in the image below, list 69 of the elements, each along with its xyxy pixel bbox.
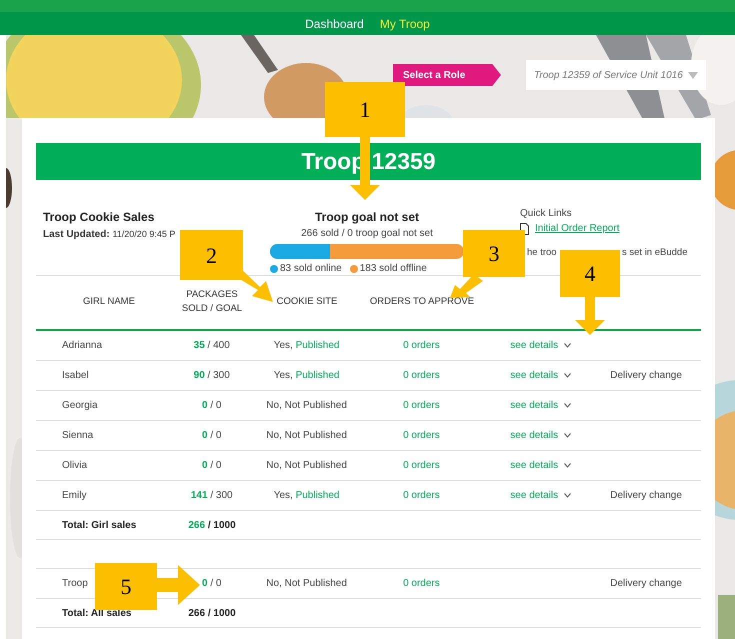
callout-number: 5 <box>95 563 157 610</box>
details-link[interactable]: see details <box>510 488 558 503</box>
orders-link[interactable]: 0 orders <box>403 488 440 503</box>
note-text: he troo <box>527 246 558 260</box>
cookie-site-status: Yes, Published <box>274 339 340 353</box>
orders-link[interactable]: 0 orders <box>403 368 440 383</box>
cookie-site-status: No, Not Published <box>266 399 347 413</box>
girl-name: Emily <box>61 489 86 503</box>
legend-label: 183 sold offline <box>360 262 427 276</box>
nav-link[interactable]: Dashboard <box>305 14 364 32</box>
sold-goal-text: 0 / 0 <box>202 399 222 413</box>
delivery-note: Delivery change <box>610 577 682 591</box>
legend-label: 83 sold online <box>280 262 342 276</box>
girl-name: Troop <box>61 577 88 591</box>
sold-goal-text: 90 / 300 <box>194 369 230 383</box>
callout-arrow <box>575 297 605 335</box>
cookie-site-status: No, Not Published <box>266 429 347 443</box>
note-text: s set in eBudde <box>622 246 688 260</box>
details-link[interactable]: see details <box>510 398 558 413</box>
cookie-site-status: Yes, Published <box>274 489 340 503</box>
girl-name: Sienna <box>61 429 94 443</box>
details-link[interactable]: see details <box>510 458 558 473</box>
cookie-site-status: No, Not Published <box>266 577 347 591</box>
callout-arrow <box>450 274 483 298</box>
cookie-site-status: Yes, Published <box>274 369 340 383</box>
report-link[interactable]: Initial Order Report <box>535 221 620 236</box>
orders-link[interactable]: 0 orders <box>403 338 440 353</box>
column-header: COOKIE SITE <box>276 296 338 308</box>
total-value: 266 / 1000 <box>188 518 236 532</box>
chevron-down-icon[interactable] <box>564 493 572 498</box>
goal-subtext: 266 sold / 0 troop goal not set <box>301 227 433 241</box>
section-heading: Troop Cookie Sales <box>43 209 156 226</box>
details-link[interactable]: see details <box>510 338 558 353</box>
goal-heading: Troop goal not set <box>315 209 419 226</box>
orders-link[interactable]: 0 orders <box>403 428 440 443</box>
sold-goal-text: 0 / 0 <box>202 429 222 443</box>
details-link[interactable]: see details <box>510 368 558 383</box>
girl-name: Adrianna <box>61 339 102 353</box>
girl-name: Georgia <box>61 399 98 413</box>
orders-link[interactable]: 0 orders <box>403 398 440 413</box>
chevron-down-icon[interactable] <box>564 343 572 348</box>
girl-name: Isabel <box>61 369 89 383</box>
callout-arrow <box>157 565 200 605</box>
sold-goal-text: 35 / 400 <box>194 339 230 353</box>
details-link[interactable]: see details <box>510 428 558 443</box>
column-header: GIRL NAME <box>82 296 135 308</box>
column-header: PACKAGES SOLD / GOAL <box>180 288 244 316</box>
cookie-site-status: No, Not Published <box>266 459 347 473</box>
nav-link[interactable]: My Troop <box>380 14 430 32</box>
orders-link[interactable]: 0 orders <box>403 458 440 473</box>
column-header: ORDERS TO APPROVE <box>370 296 474 308</box>
chevron-down-icon[interactable] <box>564 403 572 408</box>
delivery-note: Delivery change <box>610 489 682 503</box>
girl-name: Olivia <box>61 459 88 473</box>
callout-number: 2 <box>180 230 243 280</box>
sold-goal-text: 0 / 0 <box>202 459 222 473</box>
delivery-note: Delivery change <box>610 369 682 383</box>
last-updated-text: Last Updated: 11/20/20 9:45 P <box>43 228 176 242</box>
chevron-down-icon[interactable] <box>564 463 572 468</box>
sold-goal-text: 141 / 300 <box>190 489 233 503</box>
sold-goal-text: 0 / 0 <box>202 577 222 591</box>
orders-link[interactable]: 0 orders <box>403 576 440 591</box>
total-label: Total: Girl sales <box>61 518 136 532</box>
callout-number: 3 <box>463 230 525 277</box>
total-value: 266 / 1000 <box>188 606 236 620</box>
chevron-down-icon[interactable] <box>564 373 572 378</box>
callout-number: 4 <box>560 250 620 297</box>
quick-links-heading: Quick Links <box>520 207 573 221</box>
chevron-down-icon[interactable] <box>564 433 572 438</box>
